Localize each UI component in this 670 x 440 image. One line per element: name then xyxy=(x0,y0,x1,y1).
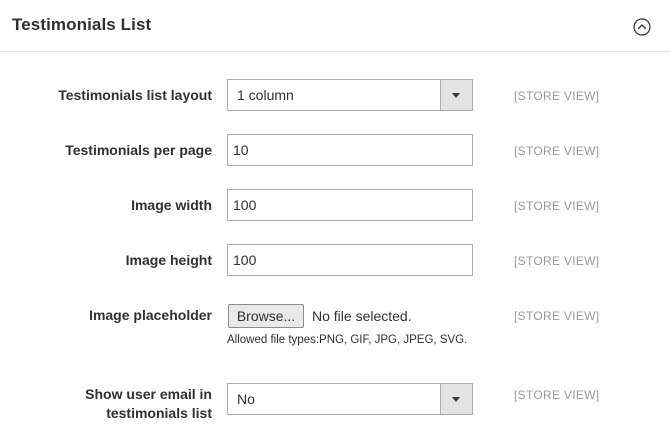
image-width-input[interactable] xyxy=(227,189,473,221)
field-label-show-email-line2: testimonials list xyxy=(106,405,212,421)
triangle-down-icon xyxy=(452,397,460,402)
section-header[interactable]: Testimonials List xyxy=(0,0,670,52)
field-label-per-page: Testimonials per page xyxy=(65,142,212,158)
scope-label-show-email: [STORE VIEW] xyxy=(514,388,600,402)
field-label-layout: Testimonials list layout xyxy=(58,87,212,103)
chevron-up-circle-icon[interactable] xyxy=(633,18,651,36)
layout-select-toggle[interactable] xyxy=(440,80,472,110)
per-page-input[interactable] xyxy=(227,134,473,166)
field-label-image-height: Image height xyxy=(125,252,212,268)
file-status-text: No file selected. xyxy=(312,308,412,324)
scope-label-image-width: [STORE VIEW] xyxy=(514,199,600,213)
show-email-select-toggle[interactable] xyxy=(440,384,472,414)
scope-label-image-placeholder: [STORE VIEW] xyxy=(514,309,600,323)
browse-button[interactable]: Browse... xyxy=(228,304,304,328)
field-label-image-width: Image width xyxy=(131,197,212,213)
field-label-image-placeholder: Image placeholder xyxy=(89,307,212,323)
scope-label-image-height: [STORE VIEW] xyxy=(514,254,600,268)
layout-select-value: 1 column xyxy=(237,87,294,103)
config-page: Testimonials List Testimonials list layo… xyxy=(0,0,670,440)
field-label-show-email-line1: Show user email in xyxy=(85,386,212,402)
layout-select[interactable]: 1 column xyxy=(227,79,473,111)
show-email-select-value: No xyxy=(237,391,255,407)
image-height-input[interactable] xyxy=(227,244,473,276)
triangle-down-icon xyxy=(452,93,460,98)
scope-label-per-page: [STORE VIEW] xyxy=(514,144,600,158)
show-email-select[interactable]: No xyxy=(227,383,473,415)
allowed-file-types-note: Allowed file types:PNG, GIF, JPG, JPEG, … xyxy=(227,334,468,346)
section-title: Testimonials List xyxy=(12,15,152,34)
scope-label-layout: [STORE VIEW] xyxy=(514,89,600,103)
